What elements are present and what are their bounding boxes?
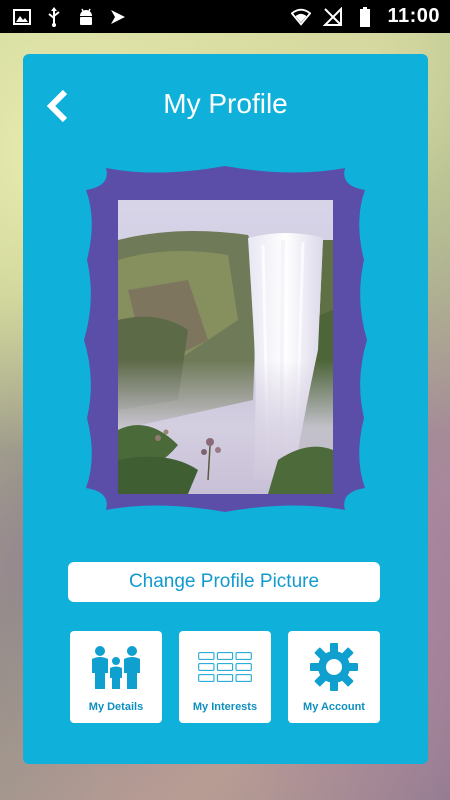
page-title: My Profile [163, 88, 288, 119]
my-account-tile[interactable]: My Account [288, 631, 380, 723]
no-signal-icon [323, 6, 343, 27]
profile-picture-frame[interactable] [78, 160, 373, 518]
battery-icon [355, 6, 375, 27]
my-details-label: My Details [88, 701, 144, 713]
status-icons-left [12, 6, 128, 27]
wifi-icon [291, 7, 312, 27]
gear-icon [306, 641, 362, 693]
image-icon [12, 7, 32, 27]
status-icons-right: 11:00 [291, 5, 440, 28]
my-interests-tile[interactable]: My Interests [179, 631, 271, 723]
my-interests-label: My Interests [192, 701, 258, 713]
waterfall-image [118, 200, 333, 494]
android-icon [76, 7, 96, 27]
my-details-tile[interactable]: My Details [70, 631, 162, 723]
check-flag-icon [108, 7, 128, 27]
status-bar: 11:00 [0, 0, 450, 33]
family-icon [88, 641, 144, 693]
change-profile-picture-button[interactable]: Change Profile Picture [68, 562, 380, 602]
grid-icon [197, 641, 253, 693]
profile-menu-tiles: My Details My Interests My Account [70, 631, 380, 723]
my-account-label: My Account [303, 701, 365, 713]
profile-photo [118, 200, 333, 494]
profile-card: My Profile Change Profile Picture My Det… [23, 54, 428, 764]
usb-icon [44, 6, 64, 27]
status-time: 11:00 [387, 5, 440, 27]
